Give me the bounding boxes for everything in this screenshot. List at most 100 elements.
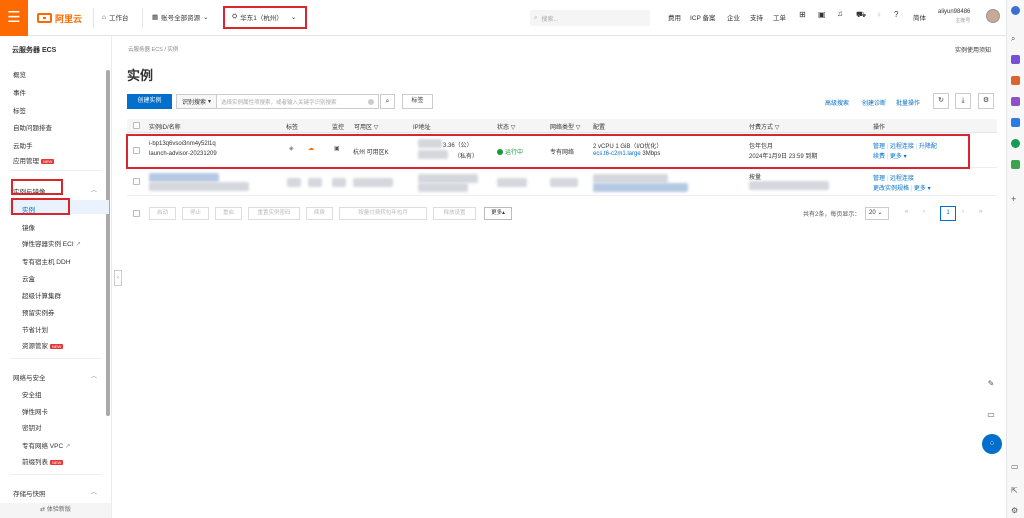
search-input[interactable]: 选择实例属性项搜索，或者输入关键字识别搜索 — [217, 98, 368, 106]
sidebar-item-savings-plan[interactable]: 节省计划 — [22, 324, 48, 334]
page-size-select[interactable]: 20 ⌄ — [865, 207, 889, 220]
select-all-checkbox[interactable] — [133, 122, 140, 129]
select-all-checkbox[interactable] — [133, 210, 140, 217]
restart-button[interactable]: 重启 — [215, 207, 242, 220]
message-icon[interactable]: ▭ — [984, 408, 998, 422]
bell-extension-icon[interactable] — [1011, 6, 1020, 15]
sidebar-item-events[interactable]: 事件 — [13, 87, 26, 97]
sidebar-item-eni[interactable]: 弹性网卡 — [22, 406, 48, 416]
reset-password-button[interactable]: 重置实例密码 — [248, 207, 300, 220]
more-dropdown[interactable]: 更多 ▾ — [914, 186, 931, 192]
refresh-button[interactable]: ↻ — [933, 93, 949, 109]
advanced-search-link[interactable]: 高级搜索 — [825, 98, 849, 107]
remote-connect-link[interactable]: 远程连接 — [890, 176, 914, 182]
globe-extension-icon[interactable] — [1011, 139, 1020, 148]
sidebar-item-overview[interactable]: 概览 — [13, 69, 26, 79]
global-search-input[interactable]: ⌕ 搜索... — [530, 10, 650, 26]
last-page-icon[interactable]: » — [979, 209, 982, 215]
col-billing[interactable]: 付费方式 ▽ — [749, 122, 779, 131]
export-button[interactable]: ⤓ — [955, 93, 971, 109]
sidebar-scrollbar[interactable] — [106, 70, 110, 416]
aliyun-logo[interactable]: 阿里云 — [37, 12, 82, 24]
person-extension-icon[interactable] — [1011, 97, 1020, 106]
row-checkbox[interactable] — [133, 178, 140, 185]
top-link-icp[interactable]: ICP 备案 — [690, 12, 716, 22]
user-info[interactable]: aliyun98486 主账号 — [938, 9, 970, 24]
create-instance-button[interactable]: 创建实例 — [127, 94, 172, 109]
filter-mode-select[interactable]: 识别搜索 ▾ — [177, 95, 218, 108]
hamburger-menu-button[interactable]: ☰ — [0, 0, 28, 36]
plus-icon[interactable]: + — [1011, 194, 1020, 204]
current-page[interactable]: 1 — [940, 206, 956, 221]
create-diagnosis-link[interactable]: 创建诊断 — [862, 98, 886, 107]
sidebar-item-ddh[interactable]: 专有宿主机 DDH — [22, 256, 70, 266]
sidebar-item-cloud-assistant[interactable]: 云助手 — [13, 140, 33, 150]
clear-icon[interactable] — [368, 98, 374, 105]
instance-usage-notes-link[interactable]: 实例使用须知 — [955, 45, 991, 54]
share-icon[interactable]: ⇱ — [1011, 486, 1020, 495]
workbench-link[interactable]: ⌂ 工作台 — [102, 12, 128, 23]
lightbulb-icon[interactable]: ♀ — [876, 10, 882, 19]
more-actions-button[interactable]: 更多▴ — [484, 207, 512, 220]
top-link-support[interactable]: 支持 — [750, 12, 763, 22]
sidebar-item-images[interactable]: 镜像 — [22, 222, 35, 232]
chevron-up-icon[interactable]: ︿ — [91, 371, 97, 380]
col-network[interactable]: 网络类型 ▽ — [550, 122, 580, 131]
w-extension-icon[interactable] — [1011, 160, 1020, 169]
gear-icon[interactable]: ⚙ — [1011, 506, 1020, 515]
app-grid-icon[interactable]: ⁘ — [982, 434, 1002, 454]
sidebar-item-security-groups[interactable]: 安全组 — [22, 389, 42, 399]
search-filter[interactable]: 识别搜索 ▾ 选择实例属性项搜索，或者输入关键字识别搜索 — [176, 94, 379, 109]
top-link-enterprise[interactable]: 企业 — [727, 12, 740, 22]
batch-operations-link[interactable]: 批量操作 — [896, 98, 920, 107]
sidebar-item-reserved-instances[interactable]: 预留实例券 — [22, 307, 55, 317]
image-icon[interactable]: ▣ — [818, 10, 826, 19]
tag-filter-button[interactable]: 标签 — [402, 94, 433, 109]
start-button[interactable]: 启动 — [149, 207, 176, 220]
release-settings-button[interactable]: 释放设置 — [433, 207, 476, 220]
sidebar-collapse-handle[interactable]: ‹ — [114, 270, 122, 286]
sidebar-group-network-security[interactable]: 网络与安全 — [13, 372, 46, 382]
language-switch[interactable]: 简体 — [913, 12, 926, 22]
sidebar-item-keypairs[interactable]: 密钥对 — [22, 422, 42, 432]
search-button[interactable]: ⌕ — [380, 94, 395, 109]
renew-button[interactable]: 续费 — [306, 207, 333, 220]
chevron-up-icon[interactable]: ︿ — [91, 487, 97, 496]
cloud-shell-icon[interactable]: ⊞ — [799, 10, 806, 19]
help-icon[interactable]: ? — [894, 10, 898, 19]
top-link-billing[interactable]: 费用 — [668, 12, 681, 22]
sidebar-item-scc[interactable]: 超级计算集群 — [22, 290, 61, 300]
account-resources-dropdown[interactable]: ▦ 账号全部资源 ⌄ — [152, 12, 209, 22]
cart-icon[interactable]: ⛟ — [856, 10, 866, 20]
next-page-icon[interactable]: › — [962, 209, 964, 215]
avatar[interactable] — [986, 9, 1000, 23]
tag-extension-icon[interactable] — [1011, 55, 1020, 64]
col-status[interactable]: 状态 ▽ — [497, 122, 515, 131]
stop-button[interactable]: 停止 — [182, 207, 209, 220]
convert-billing-button[interactable]: 按量付费转包年包月 — [339, 207, 427, 220]
prev-page-icon[interactable]: ‹ — [923, 209, 925, 215]
chevron-up-icon[interactable]: ︿ — [91, 185, 97, 194]
search-extension-icon[interactable]: ⌕ — [1011, 34, 1020, 43]
top-link-ticket[interactable]: 工单 — [773, 12, 786, 22]
sidebar-item-eci[interactable]: 弹性容器实例 ECI ↗ — [22, 238, 81, 248]
sidebar-item-cloudbox[interactable]: 云盒 — [22, 273, 35, 283]
sidebar-item-prefix-lists[interactable]: 前缀列表 NEW — [22, 456, 64, 466]
manage-link[interactable]: 管理 — [873, 176, 885, 182]
sidebar-item-self-troubleshoot[interactable]: 自助问题排查 — [13, 122, 52, 132]
outlook-extension-icon[interactable] — [1011, 118, 1020, 127]
bell-icon[interactable]: ♫ — [837, 9, 843, 18]
sidebar-group-storage[interactable]: 存储与快照 — [13, 488, 46, 498]
sidebar-item-tags[interactable]: 标签 — [13, 105, 26, 115]
col-zone[interactable]: 可用区 ▽ — [354, 122, 378, 131]
toolbox-extension-icon[interactable] — [1011, 76, 1020, 85]
first-page-icon[interactable]: « — [905, 209, 908, 215]
sidebar-item-resource-steward[interactable]: 资源管家 NEW — [22, 340, 64, 350]
change-spec-link[interactable]: 更改实例规格 — [873, 186, 909, 192]
screen-icon[interactable]: ▭ — [1011, 462, 1020, 471]
sidebar-item-vpc[interactable]: 专有网络 VPC ↗ — [22, 440, 70, 450]
try-new-version-button[interactable]: ⇄ 体验新版 — [0, 503, 111, 518]
settings-button[interactable]: ⚙ — [978, 93, 994, 109]
sidebar-item-app-management[interactable]: 应用管理 NEW — [13, 155, 55, 165]
edit-feedback-icon[interactable]: ✎ — [984, 377, 998, 391]
